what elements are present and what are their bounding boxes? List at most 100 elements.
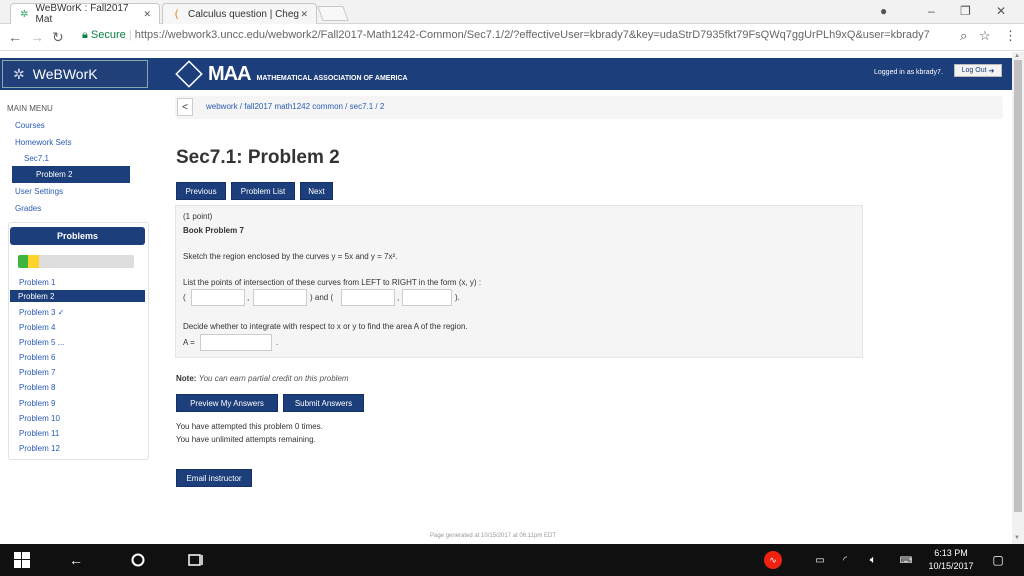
point2-x-input[interactable] [341, 289, 395, 306]
back-icon[interactable]: ← [66, 548, 86, 572]
list-points-text: List the points of intersection of these… [183, 278, 482, 287]
area-input[interactable] [200, 334, 272, 351]
scrollbar-thumb[interactable] [1014, 60, 1022, 512]
webwork-header: ✲ WeBWorK MAA MATHEMATICAL ASSOCIATION O… [0, 58, 1012, 90]
logo-text: WeBWorK [32, 66, 98, 82]
webwork-logo[interactable]: ✲ WeBWorK [2, 60, 148, 88]
progress-partial [28, 255, 39, 268]
breadcrumb-back-button[interactable]: < [177, 98, 193, 116]
problem-link-7[interactable]: Problem 7 [19, 368, 55, 377]
menu-icon[interactable]: ⋮ [1004, 28, 1017, 44]
area-label: A = [183, 338, 195, 347]
paren-close: ). [455, 293, 460, 302]
progress-correct [18, 255, 28, 268]
logout-icon: ➜ [988, 67, 995, 75]
problem-link-6[interactable]: Problem 6 [19, 353, 55, 362]
breadcrumb[interactable]: webwork / fall2017 math1242 common / sec… [206, 102, 384, 111]
and-text: ) and ( [310, 293, 334, 302]
minimize-icon[interactable]: – [928, 4, 935, 18]
comma-1: , [247, 293, 250, 302]
main-menu-heading: MAIN MENU [7, 104, 53, 113]
sidebar-item-user-settings[interactable]: User Settings [15, 187, 63, 196]
webwork-star-icon: ✲ [13, 65, 25, 82]
problem-link-2[interactable]: Problem 2 [10, 290, 145, 302]
zoom-icon[interactable]: ⌕ [960, 28, 967, 44]
clock-time: 6:13 PM [934, 548, 968, 558]
restore-icon[interactable]: ❐ [960, 4, 971, 18]
browser-tab-bar: ✲ WeBWorK : Fall2017 Mat ✕ ( Calculus qu… [0, 0, 1024, 25]
sidebar-item-courses[interactable]: Courses [15, 121, 45, 130]
point1-x-input[interactable] [191, 289, 245, 306]
cortana-icon[interactable] [128, 550, 148, 570]
volume-icon[interactable]: 🔈︎ [866, 550, 880, 570]
comma-2: , [397, 293, 400, 302]
webwork-favicon-icon: ✲ [20, 8, 29, 20]
problem-link-12[interactable]: Problem 12 [19, 444, 60, 453]
maa-text: MAA [208, 62, 252, 85]
sidebar-item-grades[interactable]: Grades [15, 204, 41, 213]
url-text: https://webwork3.uncc.edu/webwork2/Fall2… [134, 29, 930, 41]
next-button[interactable]: Next [300, 182, 333, 200]
windows-start-icon[interactable] [12, 551, 32, 569]
sketch-text: Sketch the region enclosed by the curves… [183, 252, 398, 261]
address-bar: ← → ↻ 🔒︎ Secure | https://webwork3.uncc.… [0, 24, 1024, 51]
decide-text: Decide whether to integrate with respect… [183, 322, 468, 331]
point2-y-input[interactable] [402, 289, 452, 306]
wifi-icon[interactable]: ◜ [838, 550, 852, 570]
problem-link-9[interactable]: Problem 9 [19, 399, 55, 408]
attempts-text: You have attempted this problem 0 times. [176, 422, 323, 431]
profile-icon[interactable]: ● [880, 4, 887, 18]
url-field[interactable]: 🔒︎ Secure | https://webwork3.uncc.edu/we… [82, 29, 930, 42]
maa-subtitle: MATHEMATICAL ASSOCIATION OF AMERICA [256, 74, 408, 82]
problem-link-1[interactable]: Problem 1 [19, 278, 55, 287]
close-icon[interactable]: ✕ [143, 9, 151, 20]
point1-y-input[interactable] [253, 289, 307, 306]
tab-title: Calculus question | Cheg [188, 8, 299, 20]
problem-link-10[interactable]: Problem 10 [19, 414, 60, 423]
tab-webwork[interactable]: ✲ WeBWorK : Fall2017 Mat ✕ [10, 3, 160, 25]
problem-link-11[interactable]: Problem 11 [19, 429, 59, 438]
keyboard-icon[interactable]: ⌨ [897, 553, 915, 567]
problem-link-8[interactable]: Problem 8 [19, 383, 55, 392]
chevron-left-icon: < [182, 101, 188, 113]
back-arrow-icon[interactable]: ← [8, 29, 22, 45]
note-label: Note: [176, 374, 197, 383]
reload-icon[interactable]: ↻ [52, 29, 64, 46]
close-icon[interactable]: ✕ [300, 9, 308, 20]
maa-diamond-icon [175, 60, 203, 88]
problems-heading: Problems [10, 227, 145, 245]
problem-list-button[interactable]: Problem List [231, 182, 295, 200]
scroll-down-icon[interactable]: ▼ [1014, 535, 1020, 541]
bookmark-star-icon[interactable]: ☆ [979, 28, 991, 44]
tab-chegg[interactable]: ( Calculus question | Cheg ✕ [162, 3, 317, 24]
heartbeat-app-icon[interactable]: ∿ [764, 551, 782, 569]
submit-answers-button[interactable]: Submit Answers [283, 394, 364, 412]
new-tab-button[interactable] [317, 6, 349, 21]
page-title: Sec7.1: Problem 2 [176, 147, 340, 168]
tab-title: WeBWorK : Fall2017 Mat [35, 3, 129, 25]
logout-button[interactable]: Log Out ➜ [954, 64, 1002, 77]
sidebar-item-problem2[interactable]: Problem 2 [12, 166, 130, 183]
logged-in-text: Logged in as kbrady7. [874, 69, 943, 76]
secure-label: Secure [90, 29, 126, 41]
area-period: . [276, 338, 279, 347]
sidebar-item-sec71[interactable]: Sec7.1 [24, 154, 49, 163]
paren-open: ( [183, 293, 186, 302]
problem-link-4[interactable]: Problem 4 [19, 323, 55, 332]
preview-answers-button[interactable]: Preview My Answers [176, 394, 278, 412]
lock-icon: 🔒︎ [82, 29, 88, 41]
problem-link-5[interactable]: Problem 5 ... [19, 338, 64, 347]
window-close-icon[interactable]: ✕ [996, 4, 1006, 18]
sidebar-item-homework-sets[interactable]: Homework Sets [15, 138, 71, 147]
problem-link-3[interactable]: Problem 3 ✓ [19, 308, 64, 317]
previous-button[interactable]: Previous [176, 182, 226, 200]
notification-icon[interactable]: ▢ [990, 550, 1006, 570]
scroll-up-icon[interactable]: ▲ [1014, 53, 1020, 59]
maa-logo[interactable]: MAA MATHEMATICAL ASSOCIATION OF AMERICA [175, 59, 408, 89]
forward-arrow-icon[interactable]: → [30, 29, 44, 45]
email-instructor-button[interactable]: Email instructor [176, 469, 252, 487]
points-text: (1 point) [183, 212, 213, 221]
task-view-icon[interactable] [186, 550, 206, 570]
clock[interactable]: 6:13 PM 10/15/2017 [924, 547, 978, 573]
battery-icon[interactable]: ▭ [814, 550, 826, 570]
